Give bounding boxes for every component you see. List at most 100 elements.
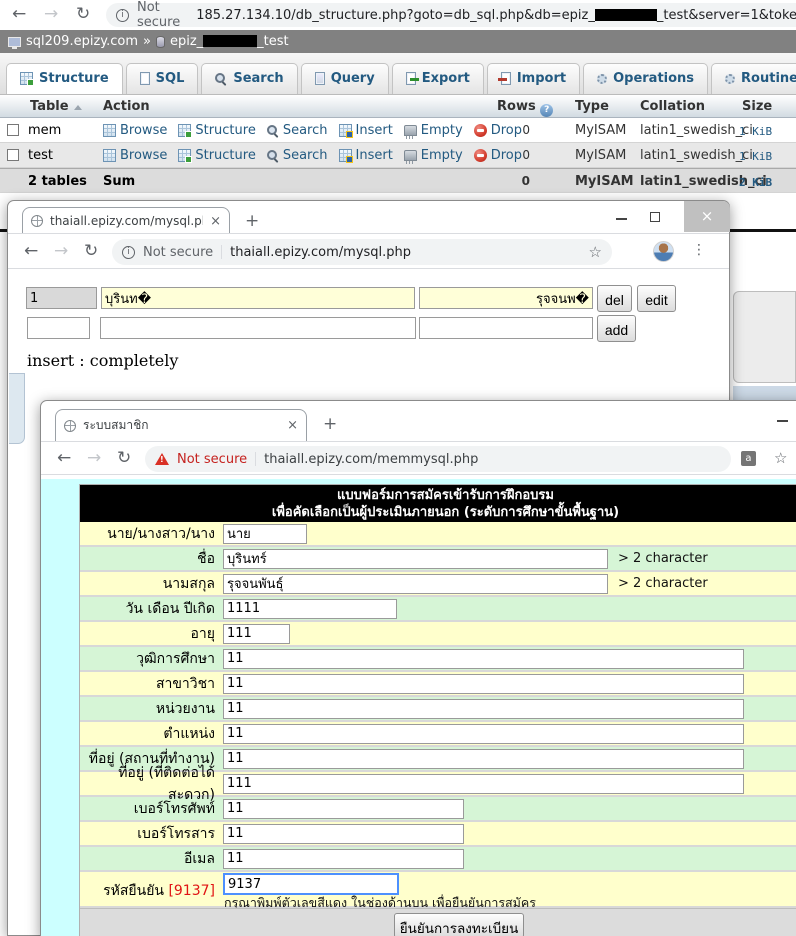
form-footer: ยืนยันการลงทะเบียน xyxy=(80,908,796,936)
warning-icon[interactable] xyxy=(155,453,169,465)
field-input[interactable] xyxy=(223,799,464,819)
header-type[interactable]: Type xyxy=(575,99,609,114)
export-icon xyxy=(406,72,416,85)
forward-icon[interactable]: → xyxy=(87,450,101,467)
pma-tab-query[interactable]: Query xyxy=(301,63,389,94)
bookmark-star-icon[interactable]: ☆ xyxy=(589,243,602,261)
menu-dots-icon[interactable]: ⋮ xyxy=(692,242,706,258)
field-input[interactable] xyxy=(223,749,744,769)
reload-icon[interactable]: ↻ xyxy=(84,243,98,260)
header-collation[interactable]: Collation xyxy=(640,99,705,114)
bookmark-star-icon[interactable]: ☆ xyxy=(774,449,787,467)
field-note: > 2 character xyxy=(618,576,708,591)
pma-tab-operations[interactable]: Operations xyxy=(583,63,708,94)
pma-breadcrumb: sql209.epizy.com » epiz__test xyxy=(0,30,796,53)
empty-icon xyxy=(404,150,417,161)
new-surname-field[interactable] xyxy=(419,317,593,339)
field-input[interactable] xyxy=(223,849,464,869)
url-divider xyxy=(221,245,222,259)
minimize-button[interactable] xyxy=(777,420,788,422)
record-surname-field[interactable] xyxy=(419,287,593,309)
action-label: Empty xyxy=(421,123,463,138)
new-id-field[interactable] xyxy=(27,317,90,339)
new-tab-button[interactable]: + xyxy=(323,414,337,434)
action-search-mem[interactable]: Search xyxy=(267,123,328,138)
translate-icon[interactable]: a xyxy=(741,451,756,466)
row-actions: BrowseStructureSearchInsertEmptyDrop xyxy=(103,148,522,163)
info-icon[interactable]: i xyxy=(116,9,129,22)
action-structure-mem[interactable]: Structure xyxy=(178,123,255,138)
profile-avatar[interactable] xyxy=(653,241,674,262)
action-label: Structure xyxy=(195,148,255,163)
back-icon[interactable]: ← xyxy=(12,6,26,23)
row-checkbox[interactable] xyxy=(7,149,19,161)
pma-tab-export[interactable]: Export xyxy=(392,63,484,94)
breadcrumb-server[interactable]: sql209.epizy.com xyxy=(26,34,138,49)
field-input[interactable] xyxy=(223,824,464,844)
header-size[interactable]: Size xyxy=(742,99,772,114)
field-input[interactable] xyxy=(223,549,608,569)
server-icon xyxy=(8,37,21,47)
action-insert-test[interactable]: Insert xyxy=(339,148,393,163)
new-tab-button[interactable]: + xyxy=(245,211,259,231)
tab-close-icon[interactable]: × xyxy=(287,418,298,433)
maximize-button[interactable] xyxy=(650,212,660,222)
reload-icon[interactable]: ↻ xyxy=(76,6,90,23)
field-input[interactable] xyxy=(223,524,307,544)
forward-icon[interactable]: → xyxy=(44,6,58,23)
record-id-field[interactable] xyxy=(26,287,97,309)
sum-label: Sum xyxy=(103,174,135,189)
pma-tab-search[interactable]: Search xyxy=(201,63,297,94)
field-input[interactable] xyxy=(223,724,744,744)
action-empty-mem[interactable]: Empty xyxy=(404,123,463,138)
new-name-field[interactable] xyxy=(100,317,416,339)
mem-tab[interactable]: ระบบสมาชิก × xyxy=(55,409,307,441)
reload-icon[interactable]: ↻ xyxy=(117,450,131,467)
minimize-button[interactable] xyxy=(616,218,627,220)
tab-close-icon[interactable]: × xyxy=(210,214,221,229)
globe-icon xyxy=(64,420,76,432)
import-icon xyxy=(501,72,511,85)
header-table[interactable]: Table xyxy=(30,99,82,114)
action-empty-test[interactable]: Empty xyxy=(404,148,463,163)
action-label: Empty xyxy=(421,148,463,163)
table-name: mem xyxy=(28,123,61,138)
verify-input[interactable] xyxy=(223,873,399,895)
address-bar[interactable]: i Not secure thaiall.epizy.com/mysql.php… xyxy=(112,239,612,265)
field-input[interactable] xyxy=(223,774,744,794)
field-input[interactable] xyxy=(223,699,744,719)
field-input[interactable] xyxy=(223,674,744,694)
close-button[interactable]: × xyxy=(684,201,730,232)
mysql-tab[interactable]: thaiall.epizy.com/mysql.php × xyxy=(22,207,230,234)
pma-tab-sql[interactable]: SQL xyxy=(126,63,199,94)
action-search-test[interactable]: Search xyxy=(267,148,328,163)
back-icon[interactable]: ← xyxy=(57,450,71,467)
address-bar[interactable]: i Not secure 185.27.134.10/db_structure.… xyxy=(106,3,796,27)
row-checkbox[interactable] xyxy=(7,124,19,136)
edit-button[interactable]: edit xyxy=(637,285,676,312)
add-button[interactable]: add xyxy=(597,315,636,342)
pma-tab-import[interactable]: Import xyxy=(487,63,580,94)
field-input[interactable] xyxy=(223,649,744,669)
field-input[interactable] xyxy=(223,624,290,644)
action-browse-test[interactable]: Browse xyxy=(103,148,167,163)
action-insert-mem[interactable]: Insert xyxy=(339,123,393,138)
field-label: ชื่อ xyxy=(80,548,220,570)
verify-label: รหัสยืนยัน [9137] xyxy=(80,872,220,902)
field-input[interactable] xyxy=(223,599,397,619)
action-browse-mem[interactable]: Browse xyxy=(103,123,167,138)
info-icon[interactable]: i xyxy=(122,246,135,259)
breadcrumb-database[interactable]: epiz__test xyxy=(170,34,289,49)
del-button[interactable]: del xyxy=(597,285,632,312)
pma-tab-structure[interactable]: Structure xyxy=(6,63,123,94)
forward-icon[interactable]: → xyxy=(54,243,68,260)
record-name-field[interactable] xyxy=(101,287,415,309)
field-input[interactable] xyxy=(223,574,608,594)
back-icon[interactable]: ← xyxy=(24,243,38,260)
submit-button[interactable]: ยืนยันการลงทะเบียน xyxy=(394,913,524,936)
address-bar[interactable]: Not secure thaiall.epizy.com/memmysql.ph… xyxy=(145,446,731,472)
pma-tab-routines[interactable]: Routines xyxy=(711,63,796,94)
action-structure-test[interactable]: Structure xyxy=(178,148,255,163)
not-secure-label: Not secure xyxy=(137,0,180,30)
help-icon[interactable]: ? xyxy=(540,104,553,117)
